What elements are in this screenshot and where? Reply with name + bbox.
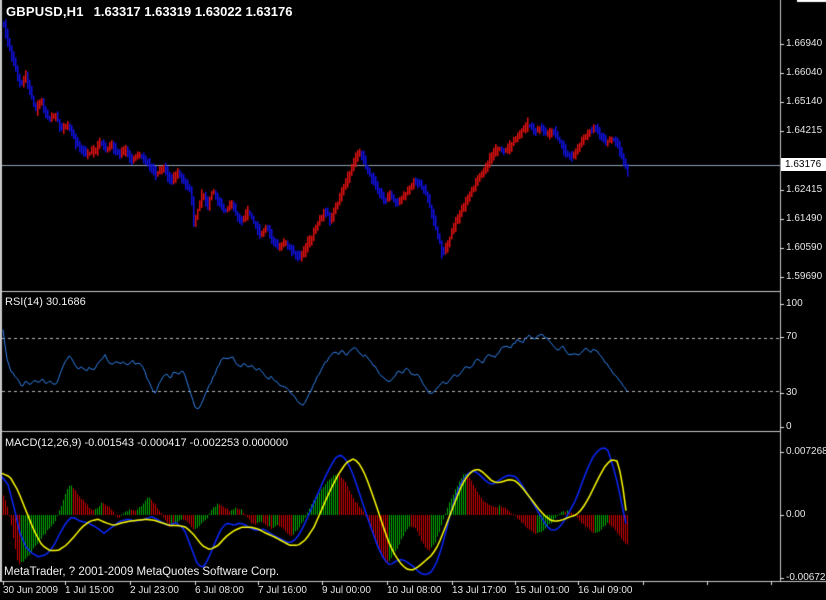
price-axis-label: 1.66040 [786,67,823,78]
price-axis-label: 1.66940 [786,38,823,49]
time-axis-label: 6 Jul 08:00 [195,585,244,596]
rsi-axis-label: 70 [786,331,798,342]
copyright-text: MetaTrader, ? 2001-2009 MetaQuotes Softw… [4,566,280,578]
chart-title: GBPUSD,H1 1.63317 1.63319 1.63022 1.63176 [6,4,292,19]
time-axis-label: 13 Jul 17:00 [452,585,507,596]
macd-axis-label: 0.00 [786,509,806,520]
macd-axis-label: -0.006725 [786,572,826,581]
price-axis-label: 1.60590 [786,242,823,253]
time-axis-label: 2 Jul 23:00 [130,585,179,596]
rsi-axis-label: 100 [786,298,803,309]
price-axis-label: 1.64215 [786,125,823,136]
time-axis-label: 7 Jul 16:00 [258,585,307,596]
price-axis-label: 1.62415 [786,184,823,195]
price-axis-label: 1.59690 [786,271,823,282]
mt4-chart-window: GBPUSD,H1 1.63317 1.63319 1.63022 1.63176… [0,0,826,600]
price-axis[interactable]: 1.66940 1.66040 1.65140 1.64215 1.62415 1.614… [781,0,826,581]
rsi-indicator-label: RSI(14) 30.1686 [5,296,86,308]
symbol-period-label: GBPUSD,H1 [6,4,84,19]
time-axis-label: 10 Jul 08:00 [387,585,442,596]
macd-indicator-label: MACD(12,26,9) -0.001543 -0.000417 -0.002… [5,437,289,449]
price-axis-label: 1.65140 [786,96,823,107]
rsi-axis-label: 0 [786,421,792,432]
current-price-badge: 1.63176 [781,158,826,171]
ohlc-values: 1.63317 1.63319 1.63022 1.63176 [93,4,293,19]
rsi-axis-label: 30 [786,387,798,398]
time-axis-label: 15 Jul 01:00 [515,585,570,596]
time-axis-label: 1 Jul 15:00 [65,585,114,596]
price-axis-label: 1.61490 [786,213,823,224]
time-axis-label: 30 Jun 2009 [3,585,59,596]
time-axis-label: 16 Jul 09:00 [578,585,633,596]
chart-canvas[interactable] [0,0,826,600]
time-axis[interactable]: 30 Jun 2009 1 Jul 15:00 2 Jul 23:00 6 Jul 0… [0,582,826,600]
time-axis-label: 9 Jul 00:00 [322,585,371,596]
macd-axis-label: 0.007268 [786,446,826,457]
